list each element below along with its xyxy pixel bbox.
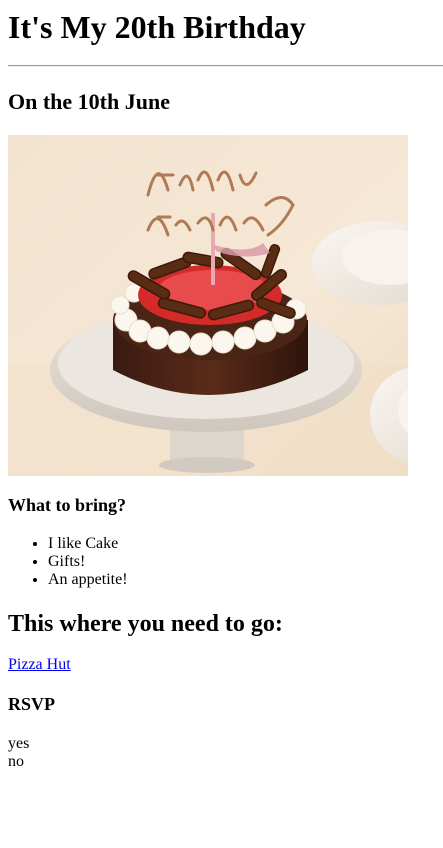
rsvp-options: yes no: [8, 735, 29, 771]
list-item: Gifts!: [48, 553, 128, 571]
location-link[interactable]: Pizza Hut: [8, 656, 71, 674]
list-item: I like Cake: [48, 535, 128, 553]
divider: [8, 65, 443, 67]
bring-heading: What to bring?: [8, 495, 127, 515]
rsvp-option-no: no: [8, 753, 24, 770]
date-heading: On the 10th June: [8, 89, 170, 114]
rsvp-option-yes: yes: [8, 735, 30, 752]
list-item: An appetite!: [48, 571, 128, 589]
birthday-cake-image: [8, 135, 408, 476]
bring-list: I like Cake Gifts! An appetite!: [8, 535, 128, 589]
rsvp-heading: RSVP: [8, 694, 56, 714]
location-heading: This where you need to go:: [8, 611, 283, 637]
page-title: It's My 20th Birthday: [8, 9, 306, 45]
